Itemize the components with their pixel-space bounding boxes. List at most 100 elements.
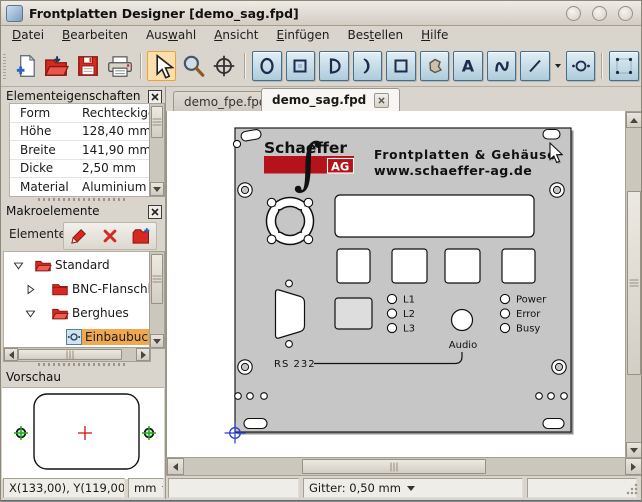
scrollbar-thumb[interactable] — [151, 106, 163, 138]
scroll-down-button[interactable] — [150, 182, 164, 196]
macro-element-icon — [66, 329, 82, 345]
table-row[interactable]: Dicke2,50 mm — [10, 160, 150, 179]
zoom-tool-button[interactable] — [178, 51, 208, 81]
slot-bottom-left[interactable] — [244, 419, 267, 429]
expander-open-icon[interactable] — [12, 259, 25, 272]
maximize-button[interactable] — [592, 6, 607, 21]
new-file-button[interactable] — [10, 51, 40, 81]
properties-scrollbar[interactable] — [149, 103, 165, 197]
macro-tree-vscrollbar[interactable] — [149, 251, 165, 349]
menu-einfuegen[interactable]: Einfügen — [268, 26, 339, 44]
table-row[interactable]: Höhe128,40 mm — [10, 123, 150, 142]
macro-tool-button[interactable] — [566, 51, 596, 81]
dock-splitter[interactable] — [1, 196, 165, 203]
rectangle-tool-button[interactable] — [286, 51, 316, 81]
menu-ansicht[interactable]: Ansicht — [205, 26, 267, 44]
canvas-hscrollbar[interactable] — [166, 457, 642, 476]
expander-open-icon[interactable] — [24, 307, 37, 320]
resize-grip[interactable] — [626, 483, 638, 495]
tree-item-berghues[interactable]: Berghues — [4, 302, 132, 324]
open-file-button[interactable] — [41, 51, 71, 81]
new-folder-button[interactable] — [128, 225, 154, 247]
scroll-right-button[interactable] — [625, 458, 642, 475]
macro-close-button[interactable] — [148, 205, 162, 219]
tab-close-button[interactable] — [374, 93, 389, 108]
ellipse-tool-button[interactable] — [252, 51, 282, 81]
menu-bestellen[interactable]: Bestellen — [338, 26, 412, 44]
dock-splitter[interactable] — [1, 361, 165, 368]
display-cutout[interactable] — [335, 195, 534, 237]
hole-top-left-small[interactable] — [233, 140, 240, 147]
expander-closed-icon[interactable] — [24, 283, 37, 296]
menu-bearbeiten[interactable]: Bearbeiten — [53, 26, 137, 44]
table-row[interactable]: FormRechteckige — [10, 104, 150, 123]
close-button[interactable] — [618, 6, 633, 21]
svg-text:AG: AG — [331, 160, 349, 174]
button-cutout-2[interactable] — [392, 249, 427, 283]
grid-combo[interactable]: Gitter: 0,50 mm — [303, 478, 523, 498]
scroll-left-button[interactable] — [4, 348, 18, 361]
table-row[interactable]: MaterialAluminium — [10, 178, 150, 197]
text-tool-button[interactable]: A — [453, 51, 483, 81]
mount-hole-top-left[interactable] — [238, 183, 252, 197]
slot-bottom-right[interactable] — [543, 419, 564, 429]
slot-top-right[interactable] — [543, 130, 560, 140]
table-row[interactable]: Breite141,90 mm — [10, 141, 150, 160]
panel-corners-tool-button[interactable] — [609, 51, 639, 81]
edit-macro-button[interactable] — [66, 225, 92, 247]
bottom-holes-right[interactable] — [536, 393, 568, 400]
dshape-tool-button[interactable] — [319, 51, 349, 81]
design-canvas[interactable]: L1 L2 L3 Audio Power Error Busy RS 232 — [166, 111, 625, 457]
mount-hole-bottom-left[interactable] — [238, 360, 252, 374]
square-tool-button[interactable] — [386, 51, 416, 81]
macro-tree-hscrollbar[interactable] — [3, 347, 151, 362]
line-tool-dropdown[interactable] — [555, 64, 561, 68]
menu-auswahl[interactable]: Auswahl — [137, 26, 205, 44]
tree-item-bnc-flanschbuchse[interactable]: BNC-Flanschbu — [4, 278, 151, 300]
line-tool-button[interactable] — [520, 51, 550, 81]
polygon-icon — [423, 54, 447, 78]
properties-close-button[interactable] — [148, 90, 162, 104]
titlebar[interactable]: Frontplatten Designer [demo_sag.fpd] — [1, 1, 641, 26]
scroll-up-button[interactable] — [626, 112, 642, 128]
square-button-element[interactable] — [335, 298, 372, 329]
bottom-holes-left[interactable] — [235, 393, 268, 400]
delete-macro-button[interactable] — [97, 225, 123, 247]
scrollbar-thumb[interactable] — [151, 254, 163, 304]
tab-demo-sag[interactable]: demo_sag.fpd — [261, 88, 400, 111]
center-point-tool-button[interactable] — [210, 51, 240, 81]
button-cutout-1[interactable] — [337, 249, 370, 283]
scroll-right-button[interactable] — [136, 348, 150, 361]
status-field-empty-2 — [527, 478, 637, 498]
scrollbar-thumb[interactable] — [627, 191, 641, 375]
button-cutout-3[interactable] — [445, 249, 480, 283]
canvas-vscrollbar[interactable] — [625, 111, 642, 459]
tree-item-einbaubuchse[interactable]: Einbaubuchs — [4, 326, 151, 348]
polygon-tool-button[interactable] — [420, 51, 450, 81]
unit-combo[interactable]: mm — [128, 478, 164, 498]
toolbar-drag-handle[interactable] — [3, 53, 6, 79]
preview-target-right — [142, 426, 156, 440]
button-cutout-4[interactable] — [502, 249, 535, 283]
save-button[interactable] — [73, 51, 103, 81]
menu-hilfe[interactable]: Hilfe — [412, 26, 457, 44]
select-tool-button[interactable] — [147, 51, 177, 81]
mount-hole-top-right[interactable] — [550, 183, 564, 197]
mount-hole-bottom-right[interactable] — [552, 360, 566, 374]
led-group-right[interactable]: Power Error Busy — [500, 294, 547, 334]
scroll-down-button[interactable] — [626, 442, 642, 458]
menu-datei[interactable]: Datei — [3, 26, 53, 44]
tree-item-standard[interactable]: Standard — [4, 254, 113, 276]
curve-tool-button[interactable] — [487, 51, 517, 81]
toolbar-separator — [601, 53, 603, 79]
scrollbar-thumb[interactable] — [302, 459, 486, 474]
scroll-down-button[interactable] — [150, 334, 164, 348]
line-icon — [523, 54, 547, 78]
minimize-button[interactable] — [566, 6, 581, 21]
preview-canvas — [2, 387, 164, 479]
scrollbar-thumb[interactable] — [18, 349, 122, 360]
arc-tool-button[interactable] — [353, 51, 383, 81]
panel-headline[interactable]: Frontplatten & Gehäuse www.schaeffer-ag.… — [374, 148, 556, 178]
print-button[interactable] — [105, 51, 135, 81]
scroll-left-button[interactable] — [167, 458, 184, 475]
